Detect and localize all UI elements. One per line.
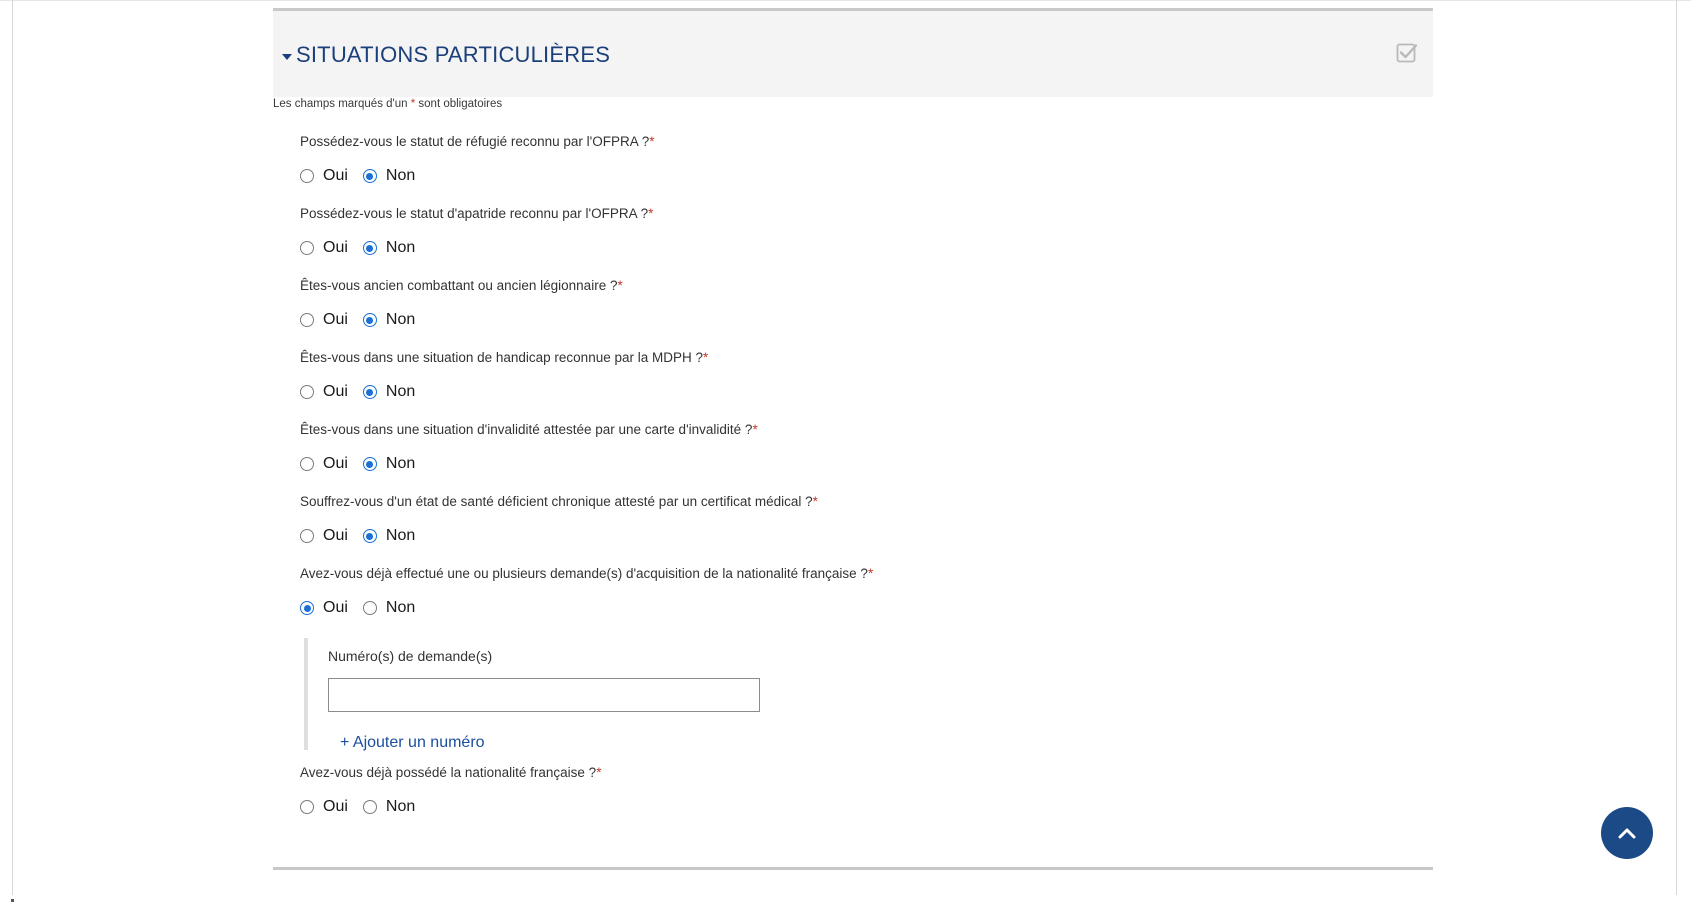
window-top-border	[0, 0, 1691, 1]
radio-button[interactable]	[300, 241, 314, 255]
question-text: Êtes-vous dans une situation d'invalidit…	[300, 422, 753, 437]
question-text: Avez-vous déjà possédé la nationalité fr…	[300, 765, 597, 780]
radio-label: Oui	[323, 527, 348, 544]
radio-button[interactable]	[300, 169, 314, 183]
question-text: Êtes-vous dans une situation de handicap…	[300, 350, 703, 365]
question-invalidity: Êtes-vous dans une situation d'invalidit…	[300, 422, 758, 437]
radio-group-chronic-health: Oui Non	[300, 526, 430, 546]
radio-option-oui[interactable]: Oui	[300, 599, 348, 617]
radio-label: Oui	[323, 455, 348, 472]
radio-option-oui[interactable]: Oui	[300, 527, 348, 545]
request-number-input[interactable]	[328, 678, 760, 712]
radio-option-oui[interactable]: Oui	[300, 311, 348, 329]
radio-group-stateless-status: Oui Non	[300, 238, 430, 258]
radio-button[interactable]	[300, 313, 314, 327]
radio-button[interactable]	[300, 457, 314, 471]
question-previous-applications: Avez-vous déjà effectué une ou plusieurs…	[300, 566, 873, 581]
question-refugee-status: Possédez-vous le statut de réfugié recon…	[300, 134, 655, 149]
radio-label: Non	[385, 383, 416, 400]
radio-label: Non	[385, 167, 416, 184]
radio-option-non[interactable]: Non	[362, 599, 416, 617]
radio-label: Non	[385, 455, 416, 472]
radio-option-non[interactable]: Non	[362, 239, 416, 257]
window-right-border	[1676, 0, 1677, 895]
radio-option-non[interactable]: Non	[362, 798, 416, 816]
radio-group-veteran: Oui Non	[300, 310, 430, 330]
radio-button[interactable]	[362, 800, 377, 814]
required-star: *	[703, 350, 709, 365]
caret-down-icon[interactable]	[282, 54, 292, 60]
radio-button[interactable]	[300, 601, 314, 615]
radio-button[interactable]	[300, 385, 314, 399]
question-handicap: Êtes-vous dans une situation de handicap…	[300, 350, 708, 365]
radio-label: Non	[385, 798, 416, 815]
radio-label: Oui	[323, 599, 348, 616]
radio-option-non[interactable]: Non	[362, 383, 416, 401]
scroll-to-top-button[interactable]	[1601, 807, 1653, 859]
situations-section: SITUATIONS PARTICULIÈRES Les champs marq…	[273, 8, 1433, 815]
required-star: *	[648, 206, 654, 221]
section-header[interactable]: SITUATIONS PARTICULIÈRES	[273, 8, 1433, 97]
radio-button[interactable]	[362, 457, 377, 471]
section-title: SITUATIONS PARTICULIÈRES	[296, 42, 611, 67]
radio-label: Oui	[323, 167, 348, 184]
radio-option-non[interactable]: Non	[362, 311, 416, 329]
question-text: Possédez-vous le statut d'apatride recon…	[300, 206, 649, 221]
question-text: Êtes-vous ancien combattant ou ancien lé…	[300, 278, 618, 293]
required-star: *	[752, 422, 758, 437]
radio-option-non[interactable]: Non	[362, 455, 416, 473]
radio-button[interactable]	[362, 385, 377, 399]
required-star: *	[649, 134, 655, 149]
radio-label: Oui	[323, 798, 348, 815]
chevron-up-icon	[1618, 828, 1636, 839]
required-note-suffix: sont obligatoires	[415, 98, 503, 110]
radio-group-invalidity: Oui Non	[300, 454, 430, 474]
section-bottom-divider	[273, 867, 1433, 870]
required-star: *	[812, 494, 818, 509]
radio-group-former-nationality: Oui Non	[300, 797, 430, 817]
radio-option-oui[interactable]: Oui	[300, 798, 348, 816]
question-text: Possédez-vous le statut de réfugié recon…	[300, 134, 650, 149]
request-numbers-label: Numéro(s) de demande(s)	[328, 648, 493, 664]
required-star: *	[867, 566, 874, 581]
add-request-number-link[interactable]: + Ajouter un numéro	[340, 734, 485, 752]
required-note-prefix: Les champs marqués d'un	[273, 98, 411, 110]
radio-group-previous-applications: Oui Non	[300, 598, 430, 618]
window-corner-mark	[11, 899, 14, 902]
radio-button[interactable]	[300, 800, 314, 814]
radio-group-refugee-status: Oui Non	[300, 166, 430, 186]
radio-label: Non	[385, 599, 416, 616]
required-star: *	[617, 278, 623, 293]
radio-button[interactable]	[362, 529, 377, 543]
radio-option-non[interactable]: Non	[362, 167, 416, 185]
radio-button[interactable]	[362, 241, 377, 255]
radio-label: Non	[385, 311, 416, 328]
window-left-border	[12, 0, 13, 895]
radio-label: Oui	[323, 239, 348, 256]
question-stateless-status: Possédez-vous le statut d'apatride recon…	[300, 206, 653, 221]
radio-button[interactable]	[362, 313, 377, 327]
radio-label: Oui	[323, 383, 348, 400]
radio-option-non[interactable]: Non	[362, 527, 416, 545]
question-text: Souffrez-vous d'un état de santé déficie…	[300, 494, 813, 509]
radio-label: Oui	[323, 311, 348, 328]
question-text: Avez-vous déjà effectué une ou plusieurs…	[300, 566, 868, 581]
question-chronic-health: Souffrez-vous d'un état de santé déficie…	[300, 494, 818, 509]
question-veteran: Êtes-vous ancien combattant ou ancien lé…	[300, 278, 623, 293]
radio-label: Non	[385, 239, 416, 256]
required-star: *	[596, 765, 602, 780]
radio-option-oui[interactable]: Oui	[300, 167, 348, 185]
radio-button[interactable]	[362, 601, 377, 615]
radio-option-oui[interactable]: Oui	[300, 383, 348, 401]
radio-label: Non	[385, 527, 416, 544]
radio-option-oui[interactable]: Oui	[300, 455, 348, 473]
radio-button[interactable]	[362, 169, 377, 183]
radio-button[interactable]	[300, 529, 314, 543]
required-fields-note: Les champs marqués d'un * sont obligatoi…	[273, 98, 502, 110]
request-numbers-block: Numéro(s) de demande(s) + Ajouter un num…	[304, 638, 808, 752]
radio-group-handicap: Oui Non	[300, 382, 430, 402]
question-former-nationality: Avez-vous déjà possédé la nationalité fr…	[300, 765, 601, 780]
radio-option-oui[interactable]: Oui	[300, 239, 348, 257]
checkbox-checked-icon	[1396, 43, 1418, 63]
